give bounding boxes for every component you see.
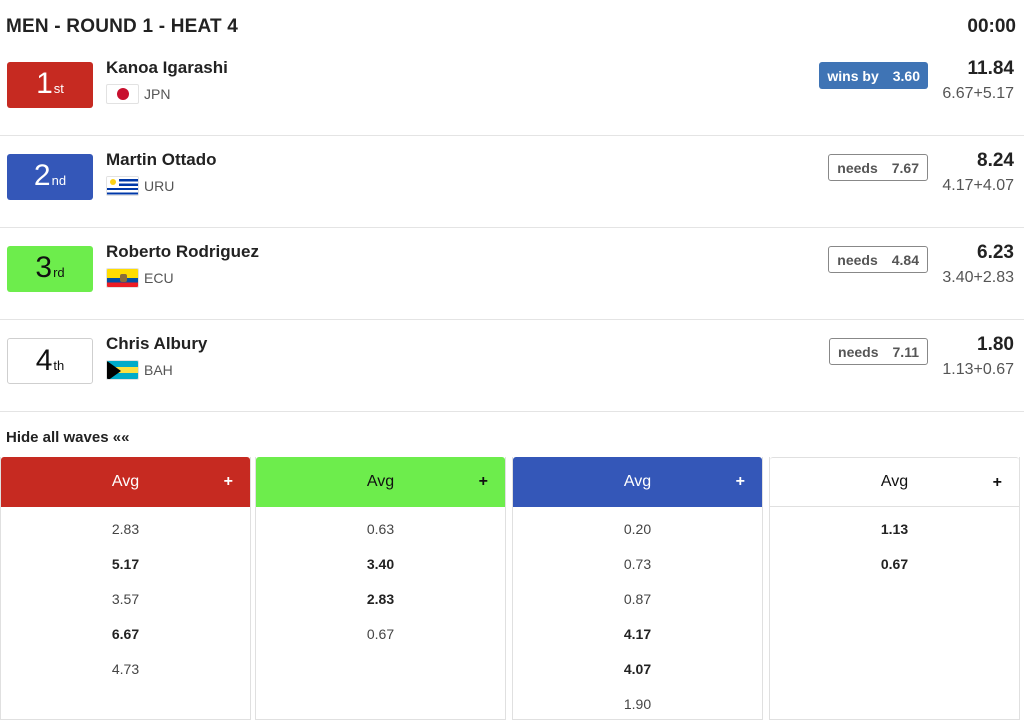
bah-flag-icon bbox=[106, 360, 139, 380]
status-label: needs bbox=[838, 343, 879, 360]
expand-plus-icon[interactable]: + bbox=[993, 474, 1002, 492]
status-label: needs bbox=[837, 251, 878, 268]
column-header-label: Avg bbox=[366, 473, 395, 490]
column-header[interactable]: Avg + bbox=[770, 457, 1019, 507]
athlete-row[interactable]: 4th Chris Albury BAH needs 7.11 1.80 1.1… bbox=[0, 320, 1024, 412]
status-badge: needs 7.67 bbox=[828, 154, 928, 181]
status-value: 4.84 bbox=[891, 251, 919, 268]
column-header-label: Avg bbox=[111, 473, 140, 490]
total-score: 8.24 bbox=[977, 150, 1014, 171]
wave-score: 0.67 bbox=[366, 626, 395, 642]
country: JPN bbox=[106, 84, 170, 104]
wave-score: 4.07 bbox=[623, 661, 652, 677]
column-header[interactable]: Avg + bbox=[1, 457, 250, 507]
status-badge: wins by 3.60 bbox=[819, 62, 928, 89]
wave-score: 3.40 bbox=[366, 556, 395, 572]
place-badge: 1st bbox=[7, 62, 93, 108]
expand-plus-icon[interactable]: + bbox=[224, 473, 233, 491]
heat-timer: 00:00 bbox=[967, 16, 1016, 37]
wave-score: 0.67 bbox=[880, 556, 909, 572]
wave-score: 5.17 bbox=[111, 556, 140, 572]
wave-score: 4.17 bbox=[623, 626, 652, 642]
place-badge: 3rd bbox=[7, 246, 93, 292]
place-number: 3 bbox=[35, 251, 53, 284]
place-number: 4 bbox=[35, 344, 53, 377]
wave-column-green: Avg + 0.63 3.40 2.83 0.67 bbox=[255, 457, 506, 720]
athlete-name[interactable]: Martin Ottado bbox=[106, 150, 217, 170]
wave-score: 3.57 bbox=[111, 591, 140, 607]
country-code: BAH bbox=[144, 362, 173, 378]
status-badge: needs 4.84 bbox=[828, 246, 928, 273]
wave-list: 0.20 0.73 0.87 4.17 4.07 1.90 bbox=[513, 507, 762, 728]
wave-column-white: Avg + 1.13 0.67 bbox=[769, 457, 1020, 720]
place-suffix: nd bbox=[51, 173, 67, 188]
wave-column-blue: Avg + 0.20 0.73 0.87 4.17 4.07 1.90 bbox=[512, 457, 763, 720]
expand-plus-icon[interactable]: + bbox=[479, 473, 488, 491]
place-suffix: st bbox=[53, 81, 64, 96]
uru-flag-icon bbox=[106, 176, 139, 196]
place-number: 2 bbox=[33, 159, 51, 192]
column-header[interactable]: Avg + bbox=[513, 457, 762, 507]
place-badge: 2nd bbox=[7, 154, 93, 200]
wave-score: 1.13 bbox=[880, 521, 909, 537]
athlete-name[interactable]: Roberto Rodriguez bbox=[106, 242, 259, 262]
wave-score: 0.87 bbox=[623, 591, 652, 607]
ecu-flag-icon bbox=[106, 268, 139, 288]
wave-list: 0.63 3.40 2.83 0.67 bbox=[256, 507, 505, 661]
hide-waves-link[interactable]: Hide all waves «« bbox=[6, 429, 129, 446]
country: ECU bbox=[106, 268, 174, 288]
total-score: 1.80 bbox=[977, 334, 1014, 355]
athlete-row[interactable]: 3rd Roberto Rodriguez ECU needs 4.84 6.2… bbox=[0, 228, 1024, 320]
column-header-label: Avg bbox=[623, 473, 652, 490]
score-breakdown: 6.67+5.17 bbox=[942, 85, 1014, 102]
score-breakdown: 3.40+2.83 bbox=[942, 269, 1014, 286]
athlete-row[interactable]: 1st Kanoa Igarashi JPN wins by 3.60 11.8… bbox=[0, 44, 1024, 136]
place-number: 1 bbox=[36, 67, 53, 100]
country: BAH bbox=[106, 360, 173, 380]
status-badge: needs 7.11 bbox=[829, 338, 928, 365]
status-value: 7.67 bbox=[891, 159, 919, 176]
wave-score: 2.83 bbox=[111, 521, 140, 537]
bah-flag-triangle bbox=[107, 361, 121, 379]
country-code: ECU bbox=[144, 270, 174, 286]
wave-score: 2.83 bbox=[366, 591, 395, 607]
wave-score: 4.73 bbox=[111, 661, 140, 677]
column-header[interactable]: Avg + bbox=[256, 457, 505, 507]
score-breakdown: 1.13+0.67 bbox=[942, 361, 1014, 378]
place-suffix: rd bbox=[53, 265, 65, 280]
wave-score: 1.90 bbox=[623, 696, 652, 712]
place-badge: 4th bbox=[7, 338, 93, 384]
status-value: 7.11 bbox=[892, 343, 919, 360]
country: URU bbox=[106, 176, 174, 196]
country-code: URU bbox=[144, 178, 175, 194]
column-header-label: Avg bbox=[880, 473, 909, 490]
status-value: 3.60 bbox=[892, 67, 920, 84]
heat-title: MEN - ROUND 1 - HEAT 4 bbox=[6, 16, 239, 37]
jpn-flag-icon bbox=[106, 84, 139, 104]
place-suffix: th bbox=[53, 358, 65, 373]
wave-column-red: Avg + 2.83 5.17 3.57 6.67 4.73 bbox=[0, 457, 251, 720]
wave-list: 2.83 5.17 3.57 6.67 4.73 bbox=[1, 507, 250, 696]
expand-plus-icon[interactable]: + bbox=[736, 473, 745, 491]
wave-score: 0.63 bbox=[366, 521, 395, 537]
status-label: needs bbox=[837, 159, 878, 176]
total-score: 6.23 bbox=[977, 242, 1014, 263]
score-breakdown: 4.17+4.07 bbox=[942, 177, 1014, 194]
athlete-name[interactable]: Kanoa Igarashi bbox=[106, 58, 228, 78]
total-score: 11.84 bbox=[967, 58, 1015, 79]
athlete-row[interactable]: 2nd Martin Ottado URU needs 7.67 8.24 4.… bbox=[0, 136, 1024, 228]
wave-score: 0.73 bbox=[623, 556, 652, 572]
wave-list: 1.13 0.67 bbox=[770, 507, 1019, 591]
heat-header: MEN - ROUND 1 - HEAT 4 00:00 bbox=[6, 14, 1016, 40]
wave-score: 0.20 bbox=[623, 521, 652, 537]
wave-score: 6.67 bbox=[111, 626, 140, 642]
athlete-name[interactable]: Chris Albury bbox=[106, 334, 207, 354]
country-code: JPN bbox=[144, 86, 171, 102]
status-label: wins by bbox=[827, 67, 879, 84]
